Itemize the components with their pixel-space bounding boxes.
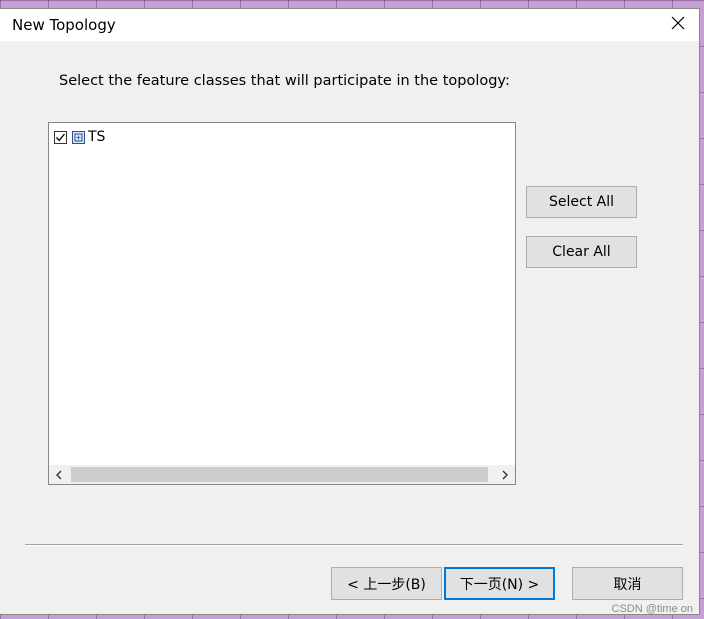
- feature-class-label: TS: [88, 129, 106, 145]
- cancel-button[interactable]: 取消: [572, 567, 683, 600]
- back-button[interactable]: < 上一步(B): [331, 567, 442, 600]
- horizontal-scrollbar[interactable]: [49, 465, 515, 484]
- chevron-left-icon: [56, 470, 62, 479]
- close-button[interactable]: [665, 13, 691, 37]
- new-topology-dialog: New Topology Select the feature classes …: [0, 8, 700, 615]
- clear-all-button[interactable]: Clear All: [526, 236, 637, 268]
- watermark-text: CSDN @time on: [611, 603, 693, 615]
- close-icon: [671, 16, 685, 34]
- title-bar: New Topology: [0, 9, 699, 41]
- feature-class-checkbox[interactable]: [54, 130, 67, 144]
- footer-divider: [25, 544, 683, 546]
- select-all-button[interactable]: Select All: [526, 186, 637, 218]
- scroll-right-button[interactable]: [495, 465, 515, 484]
- scroll-left-button[interactable]: [49, 465, 69, 484]
- chevron-right-icon: [502, 470, 508, 479]
- checkmark-icon: [56, 133, 66, 141]
- feature-class-list[interactable]: TS: [48, 122, 516, 485]
- next-button[interactable]: 下一页(N) >: [444, 567, 555, 600]
- list-item[interactable]: TS: [54, 128, 105, 146]
- scroll-thumb[interactable]: [71, 467, 488, 482]
- instruction-text: Select the feature classes that will par…: [59, 73, 510, 89]
- dialog-title: New Topology: [12, 16, 116, 34]
- feature-class-icon: [72, 130, 85, 144]
